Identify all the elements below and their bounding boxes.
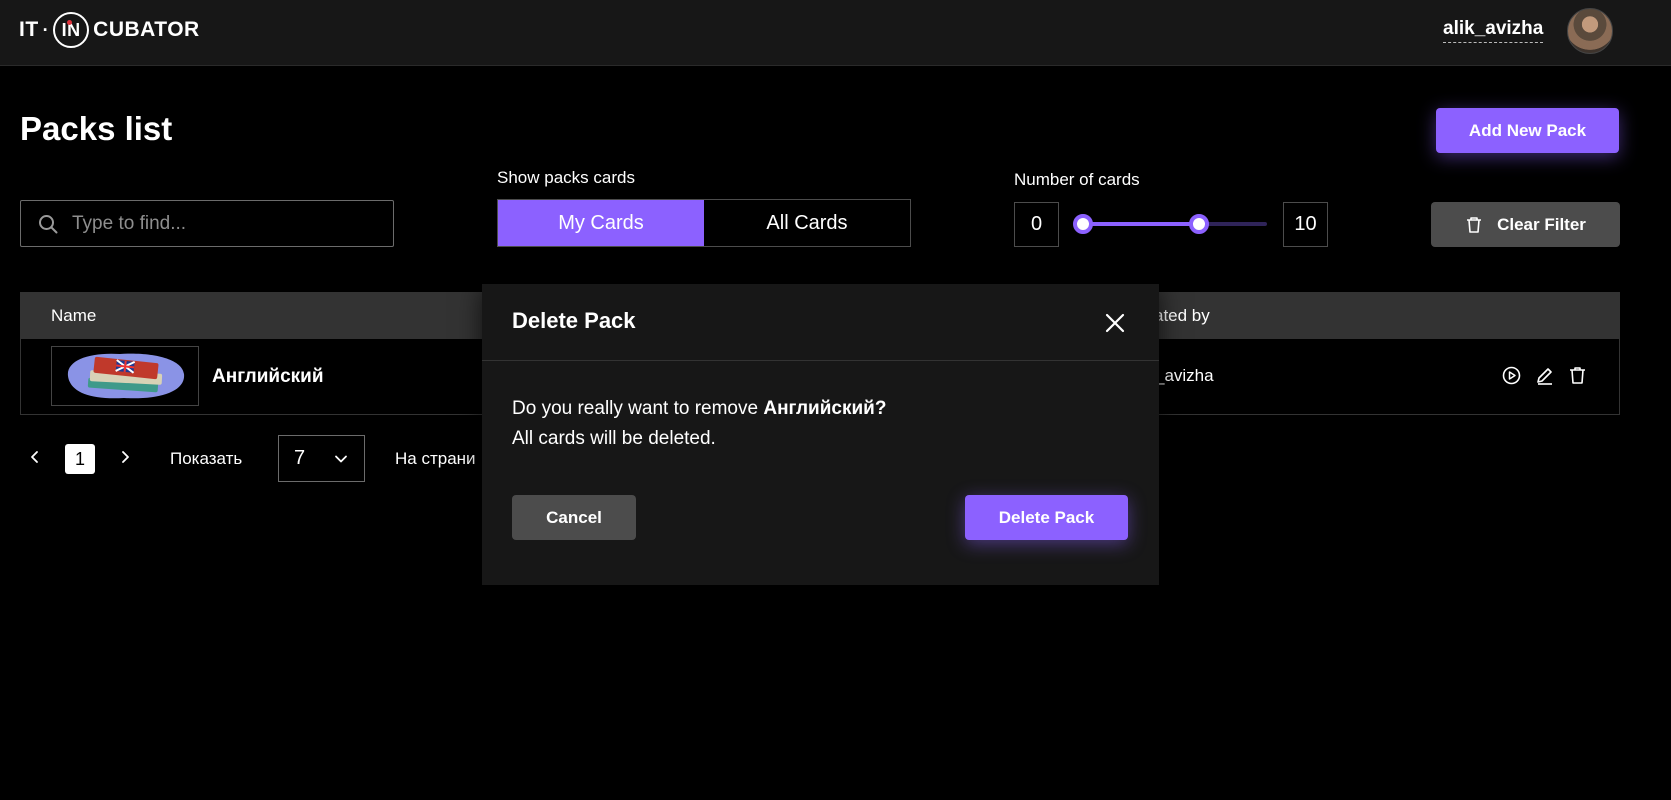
per-page-value: 7: [294, 447, 306, 469]
cancel-button[interactable]: Cancel: [512, 495, 636, 540]
number-of-cards-label: Number of cards: [1014, 170, 1140, 189]
column-created-by[interactable]: ated by: [1154, 306, 1210, 326]
pack-cover-image: [51, 346, 199, 406]
per-page-select[interactable]: 7: [278, 435, 365, 482]
delete-pack-button[interactable]: Delete Pack: [965, 495, 1128, 540]
delete-pack-modal: Delete Pack Do you really want to remove…: [482, 284, 1159, 585]
modal-text-line2: All cards will be deleted.: [512, 428, 716, 449]
search-input[interactable]: [72, 212, 372, 235]
modal-text-prefix: Do you really want to remove: [512, 398, 764, 419]
cards-toggle: My Cards All Cards: [497, 199, 911, 247]
close-icon[interactable]: [1103, 311, 1127, 335]
slider-range: [1083, 222, 1199, 226]
pack-created-by: _avizha: [1155, 366, 1214, 385]
edit-icon[interactable]: [1534, 365, 1555, 386]
slider-thumb-max[interactable]: [1188, 214, 1209, 234]
all-cards-tab[interactable]: All Cards: [704, 200, 910, 246]
max-cards-input[interactable]: 10: [1283, 202, 1328, 247]
cards-range-slider[interactable]: [1073, 214, 1267, 234]
chevron-down-icon: [335, 455, 347, 463]
search-icon: [39, 214, 58, 233]
per-page-label: На страни: [395, 449, 476, 468]
show-packs-label: Show packs cards: [497, 168, 635, 187]
slider-thumb-min[interactable]: [1073, 214, 1093, 234]
logo-ring: IN: [53, 12, 90, 48]
logo-cubator: CUBATOR: [93, 18, 200, 41]
logo-it: IT: [19, 18, 39, 41]
logo-dot: ·: [42, 19, 50, 40]
username-link[interactable]: alik_avizha: [1443, 18, 1544, 43]
column-name[interactable]: Name: [51, 306, 96, 326]
modal-message: Do you really want to remove Английский?…: [512, 394, 886, 454]
books-illustration: [67, 353, 185, 399]
play-icon[interactable]: [1501, 365, 1522, 386]
logo[interactable]: IT · IN CUBATOR: [19, 12, 200, 48]
my-cards-tab[interactable]: My Cards: [498, 200, 704, 246]
clear-filter-label: Clear Filter: [1497, 214, 1586, 234]
chevron-right-icon[interactable]: [117, 449, 133, 465]
app-header: IT · IN CUBATOR alik_avizha: [0, 0, 1671, 66]
page-title: Packs list: [20, 110, 173, 147]
add-new-pack-button[interactable]: Add New Pack: [1436, 108, 1619, 153]
page-number-current[interactable]: 1: [65, 444, 95, 474]
modal-title: Delete Pack: [512, 308, 636, 333]
trash-icon[interactable]: [1567, 365, 1588, 386]
modal-header: Delete Pack: [482, 284, 1159, 361]
pack-name[interactable]: Английский: [212, 366, 324, 388]
clear-filter-button[interactable]: Clear Filter: [1431, 202, 1620, 247]
trash-icon: [1467, 216, 1482, 233]
modal-pack-name: Английский?: [763, 398, 887, 419]
row-actions: [1501, 365, 1588, 386]
avatar[interactable]: [1567, 8, 1613, 54]
min-cards-input[interactable]: 0: [1014, 202, 1059, 247]
show-label: Показать: [170, 449, 243, 468]
search-field[interactable]: [20, 200, 394, 247]
chevron-left-icon[interactable]: [27, 449, 43, 465]
